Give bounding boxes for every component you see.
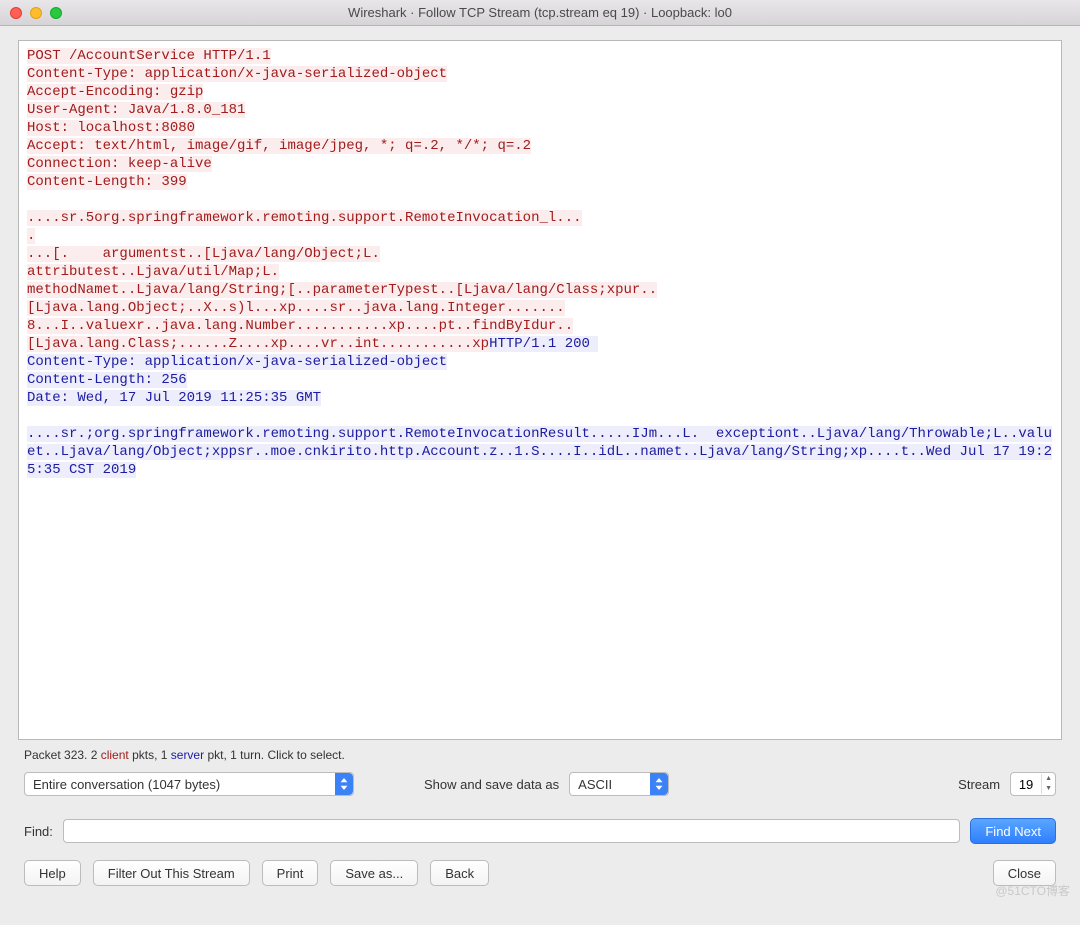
watermark-text: @51CTO博客 [995, 882, 1070, 899]
status-client-word: client [101, 748, 129, 762]
save-as-button[interactable]: Save as... [330, 860, 418, 886]
help-button[interactable]: Help [24, 860, 81, 886]
find-next-button[interactable]: Find Next [970, 818, 1056, 844]
find-input[interactable] [63, 819, 960, 843]
chevron-down-icon[interactable]: ▼ [1042, 784, 1055, 794]
status-mid: pkts, 1 [129, 748, 171, 762]
window-title: Wireshark · Follow TCP Stream (tcp.strea… [0, 5, 1080, 20]
stepper-arrows[interactable]: ▲ ▼ [1041, 774, 1055, 794]
format-select-value: ASCII [578, 777, 612, 792]
stream-request-text: POST /AccountService HTTP/1.1 Content-Ty… [27, 48, 657, 352]
stream-number-stepper[interactable]: ▲ ▼ [1010, 772, 1056, 796]
chevron-up-icon[interactable]: ▲ [1042, 774, 1055, 784]
packet-status-line[interactable]: Packet 323. 2 client pkts, 1 server pkt,… [18, 740, 1062, 768]
back-button[interactable]: Back [430, 860, 489, 886]
chevron-updown-icon [335, 773, 353, 795]
conversation-select-value: Entire conversation (1047 bytes) [33, 777, 220, 792]
status-server-word: server [171, 748, 204, 762]
status-suffix: pkt, 1 turn. Click to select. [204, 748, 345, 762]
print-button[interactable]: Print [262, 860, 319, 886]
stream-content[interactable]: POST /AccountService HTTP/1.1 Content-Ty… [18, 40, 1062, 740]
format-select[interactable]: ASCII [569, 772, 669, 796]
conversation-select[interactable]: Entire conversation (1047 bytes) [24, 772, 354, 796]
status-prefix: Packet 323. 2 [24, 748, 101, 762]
chevron-updown-icon [650, 773, 668, 795]
filter-out-button[interactable]: Filter Out This Stream [93, 860, 250, 886]
find-label: Find: [24, 824, 53, 839]
show-save-label: Show and save data as [424, 777, 559, 792]
stream-response-text: HTTP/1.1 200 Content-Type: application/x… [27, 336, 1052, 478]
window-titlebar: Wireshark · Follow TCP Stream (tcp.strea… [0, 0, 1080, 26]
stream-number-input[interactable] [1011, 776, 1041, 793]
stream-label: Stream [958, 777, 1000, 792]
